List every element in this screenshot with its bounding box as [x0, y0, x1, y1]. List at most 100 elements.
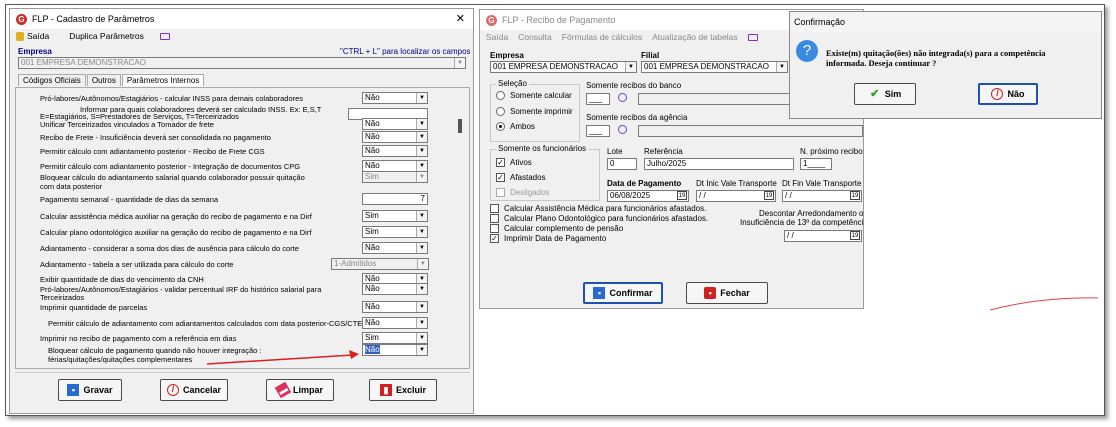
- chevron-down-icon: ▼: [416, 284, 427, 294]
- check-option-label: Imprimir Data de Pagamento: [504, 234, 607, 243]
- eraser-icon: ▬: [274, 381, 292, 399]
- parametro-select[interactable]: Não ▼: [362, 283, 428, 295]
- save-button[interactable]: ▪ Gravar: [58, 379, 122, 401]
- parametros-menubar: Saída Duplica Parâmetros: [10, 29, 473, 43]
- parametro-select[interactable]: Não ▼: [362, 344, 428, 356]
- parametro-label: Exibir quantidade de dias do vencimento …: [40, 275, 204, 284]
- question-icon: ?: [796, 40, 818, 62]
- referencia-label: Referência: [644, 147, 683, 156]
- floppy-icon: ▪: [67, 384, 80, 396]
- floppy-icon: ▪: [593, 287, 606, 299]
- check-ativos[interactable]: ✓: [496, 158, 505, 167]
- banco-input[interactable]: ___: [586, 93, 610, 105]
- parametro-label: Adiantamento - tabela a ser utilizada pa…: [40, 260, 234, 269]
- parametro-label: Imprimir quantidade de parcelas: [40, 303, 148, 312]
- lote-label: Lote: [607, 147, 623, 156]
- agencia-input[interactable]: ___: [586, 125, 610, 137]
- parametro-select[interactable]: Sim ▼: [362, 210, 428, 222]
- cancel-icon: /: [991, 88, 1004, 100]
- parametros-tabs: Códigos Oficiais Outros Parâmetros Inter…: [18, 74, 205, 86]
- parametros-window: G FLP - Cadastro de Parâmetros ✕ Saída D…: [9, 8, 474, 414]
- chevron-down-icon: ▼: [416, 132, 427, 142]
- parametro-select[interactable]: Sim ▼: [362, 226, 428, 238]
- descontar-label-1: Descontar Arredondamento ou: [759, 209, 864, 218]
- check-ativos-label: Ativos: [510, 158, 532, 167]
- chevron-down-icon: ▼: [417, 259, 428, 269]
- dias-semana-input[interactable]: 7: [362, 193, 428, 205]
- calendar-icon[interactable]: 19: [850, 191, 860, 200]
- parametro-select[interactable]: Não ▼: [362, 92, 428, 104]
- chevron-down-icon: ▼: [416, 146, 427, 156]
- ctrl-hint: "CTRL + L" para localizar os campos: [340, 47, 471, 56]
- check-desligados[interactable]: [496, 188, 505, 197]
- yes-button[interactable]: ✔ Sim: [854, 83, 916, 105]
- empresa-select[interactable]: 001 EMPRESA DEMONSTRACAO ▼: [18, 57, 466, 69]
- chevron-down-icon: ▼: [454, 58, 465, 68]
- check-option[interactable]: [490, 214, 499, 223]
- dialog-message-1: Existe(m) quitação(ões) não integrada(s)…: [826, 48, 1046, 58]
- calendar-icon[interactable]: 19: [850, 231, 860, 240]
- parametro-select[interactable]: Não ▼: [362, 131, 428, 143]
- menu-exit[interactable]: Saída: [16, 31, 59, 41]
- filial-select[interactable]: 001 EMPRESA DEMONSTRACAO ▼: [641, 61, 788, 73]
- check-option-label: Calcular Plano Odontológico para funcion…: [504, 214, 709, 223]
- check-option-label: Calcular complemento de pensão: [504, 224, 624, 233]
- chevron-down-icon: ▼: [416, 243, 427, 253]
- check-afastados[interactable]: ✓: [496, 173, 505, 182]
- close-button[interactable]: ▪ Fechar: [686, 282, 768, 304]
- agencia-name-field: [638, 125, 863, 137]
- parametro-label: férias/quitações/quitações complementare…: [48, 355, 193, 364]
- parametros-scrollbar[interactable]: [458, 119, 462, 133]
- proximo-recibo-input[interactable]: 1____: [800, 158, 832, 170]
- parametro-select[interactable]: Sim ▼: [362, 171, 428, 183]
- check-option-label: Calcular Assistência Médica para funcion…: [504, 204, 707, 213]
- chevron-down-icon: ▼: [416, 93, 427, 103]
- parametro-select[interactable]: Não ▼: [362, 242, 428, 254]
- check-option[interactable]: ✓: [490, 234, 499, 243]
- parametro-select[interactable]: Não ▼: [362, 145, 428, 157]
- menu-duplicate[interactable]: Duplica Parâmetros: [69, 31, 180, 41]
- confirm-button[interactable]: ▪ Confirmar: [583, 282, 663, 304]
- parametro-label: Calcular plano odontológico auxiliar na …: [40, 228, 312, 237]
- referencia-input[interactable]: Julho/2025: [644, 158, 794, 170]
- radio-somente-imprimir[interactable]: [496, 107, 505, 116]
- parametro-label: Calcular assistência médica auxiliar na …: [40, 212, 312, 221]
- cancel-button[interactable]: / Cancelar: [160, 379, 228, 401]
- calendar-icon[interactable]: 19: [677, 191, 687, 200]
- lote-input[interactable]: 0: [607, 158, 637, 170]
- tab-outros[interactable]: Outros: [86, 74, 121, 86]
- clear-button[interactable]: ▬ Limpar: [266, 379, 334, 401]
- parametro-select[interactable]: Não ▼: [362, 118, 428, 130]
- parametros-titlebar: G FLP - Cadastro de Parâmetros ✕: [10, 9, 473, 29]
- check-option[interactable]: [490, 224, 499, 233]
- flp-logo-icon: G: [486, 14, 497, 26]
- parametro-label: Bloquear cálculo do adiantamento salaria…: [40, 173, 305, 182]
- parametro-select[interactable]: Sim ▼: [362, 332, 428, 344]
- parametro-select[interactable]: 1-Admitidos ▼: [331, 258, 429, 270]
- menu-consulta[interactable]: Consulta: [518, 32, 552, 42]
- dialog-titlebar: Confirmação: [790, 12, 1101, 32]
- check-option[interactable]: [490, 204, 499, 213]
- calendar-icon[interactable]: 19: [764, 191, 774, 200]
- tab-parametros-internos[interactable]: Parâmetros Internos: [121, 74, 205, 86]
- chevron-down-icon: ▼: [416, 333, 427, 343]
- close-icon[interactable]: ✕: [456, 12, 465, 25]
- check-icon: ✔: [870, 88, 880, 100]
- menu-formulas[interactable]: Fórmulas de cálculos: [562, 32, 642, 42]
- radio-somente-calcular-label: Somente calcular: [510, 91, 572, 100]
- parametro-select[interactable]: Não ▼: [362, 301, 428, 313]
- radio-somente-calcular[interactable]: [496, 91, 505, 100]
- recibo-empresa-select[interactable]: 001 EMPRESA DEMONSTRACAO ▼: [490, 61, 637, 73]
- parametro-select[interactable]: Não ▼: [362, 317, 428, 329]
- delete-button[interactable]: ▮ Excluir: [369, 379, 437, 401]
- search-icon[interactable]: [618, 93, 627, 102]
- red-arrow-annotation: [206, 350, 359, 365]
- radio-ambos[interactable]: [496, 122, 505, 131]
- menu-atualizacao[interactable]: Atualização de tabelas: [652, 32, 738, 42]
- confirm-dialog: Confirmação ? Existe(m) quitação(ões) nã…: [789, 11, 1102, 119]
- tab-codigos-oficiais[interactable]: Códigos Oficiais: [18, 74, 86, 86]
- search-icon[interactable]: [618, 125, 627, 134]
- radio-somente-imprimir-label: Somente imprimir: [510, 107, 573, 116]
- no-button[interactable]: / Não: [978, 83, 1038, 105]
- menu-saida[interactable]: Saída: [486, 32, 508, 42]
